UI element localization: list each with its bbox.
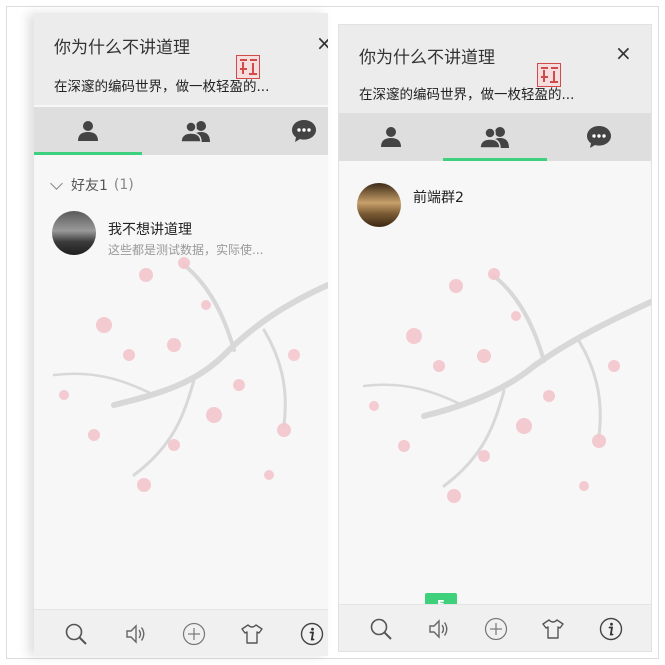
user-signature: 在深邃的编码世界，做一枚轻盈的... (54, 79, 270, 95)
user-signature: 在深邃的编码世界，做一枚轻盈的... (359, 87, 575, 103)
shirt-icon[interactable] (240, 622, 264, 646)
tab-groups[interactable] (443, 113, 547, 161)
search-icon[interactable] (369, 617, 393, 641)
friend-group-header[interactable]: 好友1 (1) (50, 175, 134, 195)
group-icon (180, 121, 210, 143)
left-panel: 你为什么不讲道理 × 在深邃的编码世界，做一枚轻盈的... 好友1 (1) 我不… (34, 13, 328, 656)
avatar (357, 183, 401, 227)
chat-bubble-icon (587, 126, 611, 148)
info-icon[interactable] (599, 617, 623, 641)
group-item[interactable]: 前端群2 (357, 183, 641, 231)
contact-list[interactable]: 好友1 (1) 我不想讲道理 这些都是测试数据，实际使... (34, 155, 328, 610)
group-name: 前端群2 (413, 190, 464, 206)
tab-contacts[interactable] (34, 107, 142, 155)
panel-header: 你为什么不讲道理 × 在深邃的编码世界，做一枚轻盈的... (34, 13, 328, 105)
contact-item[interactable]: 我不想讲道理 这些都是测试数据，实际使... (52, 211, 318, 259)
tab-groups[interactable] (142, 107, 250, 155)
user-name-title: 你为什么不讲道理 (54, 38, 190, 58)
tab-bar (34, 107, 328, 155)
chevron-down-icon (50, 176, 63, 190)
contact-message: 这些都是测试数据，实际使... (108, 243, 264, 257)
tab-contacts[interactable] (339, 113, 443, 161)
right-panel: 你为什么不讲道理 × 在深邃的编码世界，做一枚轻盈的... 前端群2 (338, 24, 652, 652)
plus-icon[interactable] (484, 617, 508, 641)
shirt-icon[interactable] (541, 617, 565, 641)
chat-bubble-icon (292, 120, 316, 142)
person-icon (78, 121, 98, 141)
bottom-toolbar (339, 604, 651, 651)
contact-name: 我不想讲道理 (108, 222, 192, 238)
tab-bar (339, 113, 651, 161)
speaker-icon[interactable] (427, 617, 451, 641)
panel-header: 你为什么不讲道理 × 在深邃的编码世界，做一枚轻盈的... (339, 25, 651, 113)
person-icon (381, 127, 401, 147)
speaker-icon[interactable] (124, 622, 148, 646)
avatar (52, 211, 96, 255)
bottom-toolbar (34, 609, 328, 656)
close-button[interactable]: × (615, 43, 632, 63)
info-icon[interactable] (300, 622, 324, 646)
user-name-title: 你为什么不讲道理 (359, 48, 495, 68)
plus-icon[interactable] (182, 622, 206, 646)
search-icon[interactable] (64, 622, 88, 646)
close-button[interactable]: × (316, 33, 328, 53)
group-count: (1) (113, 177, 134, 193)
group-list[interactable]: 前端群2 (339, 161, 651, 605)
tab-chat[interactable] (547, 113, 651, 161)
group-icon (479, 127, 509, 149)
tab-chat[interactable] (250, 107, 328, 155)
group-name: 好友1 (71, 178, 108, 194)
